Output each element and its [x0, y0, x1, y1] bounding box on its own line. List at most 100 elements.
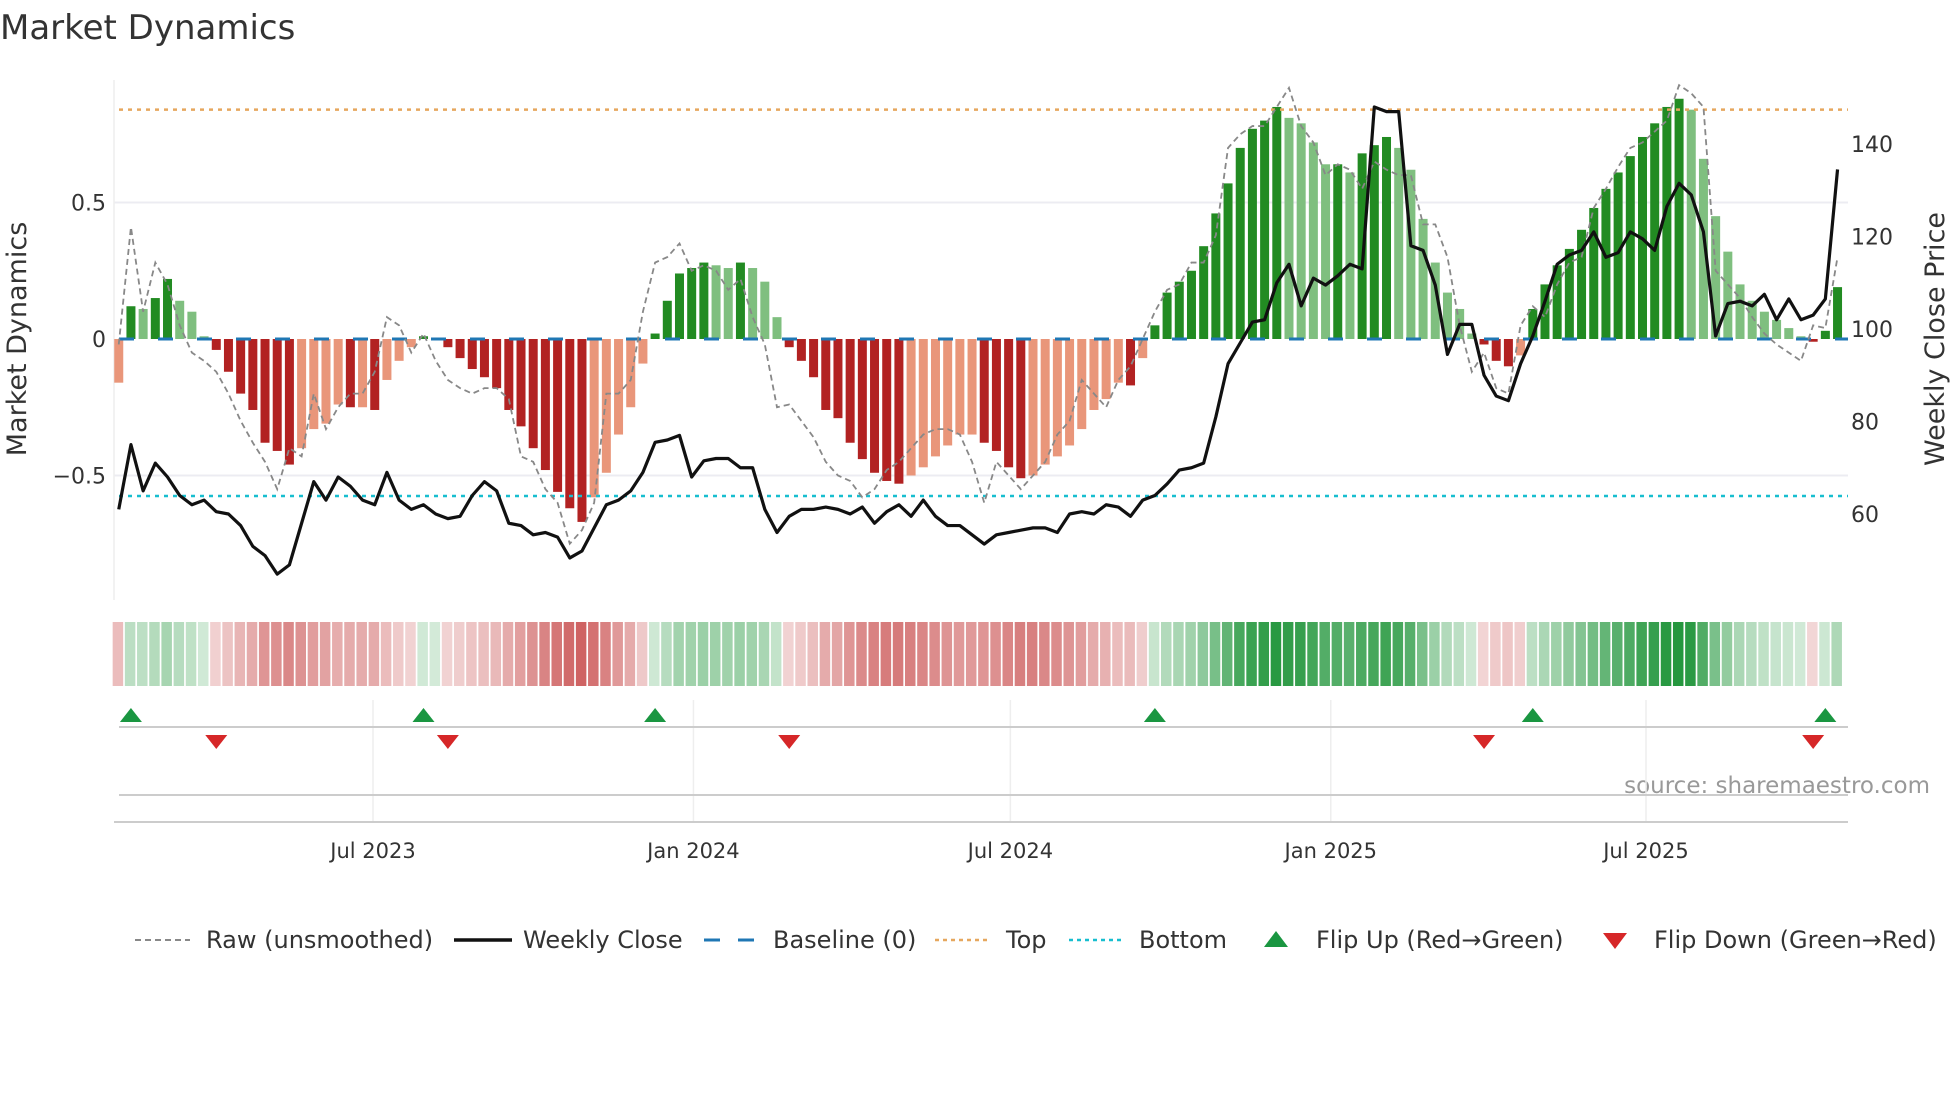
heat-cell	[783, 622, 794, 686]
bar	[1028, 339, 1038, 476]
legend-label: Top	[1005, 926, 1047, 954]
heat-cell	[588, 622, 599, 686]
heat-cell	[563, 622, 575, 686]
heat-cell	[1612, 622, 1623, 686]
heat-cell	[1453, 622, 1465, 686]
bar	[358, 339, 368, 408]
heat-cell	[1051, 622, 1062, 686]
heat-cell	[1209, 622, 1221, 686]
bar	[1564, 248, 1574, 339]
bar	[991, 339, 1001, 451]
heat-cell	[1551, 622, 1562, 686]
heat-cell	[746, 622, 758, 686]
heat-cell	[624, 622, 636, 686]
bar	[333, 339, 343, 405]
heat-cell	[1039, 622, 1050, 686]
heat-cell	[1270, 622, 1282, 686]
heat-cell	[539, 622, 550, 686]
bar	[735, 262, 745, 339]
bar	[1235, 147, 1245, 339]
heat-cell	[685, 622, 697, 686]
bar	[1333, 164, 1343, 339]
heat-cell	[1746, 622, 1757, 686]
heat-cell	[905, 622, 916, 686]
heat-cell	[612, 622, 623, 686]
market-dynamics-chart: Market Dynamics Market Dynamics Weekly C…	[0, 8, 1951, 954]
heat-cell	[1295, 622, 1306, 686]
flip-up-marker	[1143, 708, 1166, 722]
bar	[601, 339, 611, 473]
heat-cell	[770, 622, 782, 686]
heat-cell	[478, 622, 489, 686]
bar	[1820, 330, 1830, 339]
heat-cell	[222, 622, 233, 686]
bar	[1077, 339, 1087, 430]
bar	[1345, 172, 1355, 339]
x-tick-label: Jul 2024	[966, 839, 1053, 863]
bar	[967, 339, 977, 435]
heat-cell	[1831, 622, 1842, 686]
heat-cell	[490, 622, 502, 686]
x-tick-label: Jan 2025	[1283, 839, 1378, 863]
heat-cell	[124, 622, 136, 686]
legend-label: Baseline (0)	[773, 926, 916, 954]
bar	[1503, 339, 1513, 367]
heat-cell	[429, 622, 441, 686]
heat-cell	[1002, 622, 1014, 686]
heat-cell	[1490, 622, 1501, 686]
bar	[297, 339, 307, 449]
y-tick-label: 0	[92, 328, 106, 353]
heat-cell	[393, 622, 404, 686]
heat-cell	[1502, 622, 1513, 686]
heat-cell	[673, 622, 684, 686]
bar	[662, 300, 672, 339]
bar	[540, 339, 550, 471]
y2-axis-label: Weekly Close Price	[1920, 212, 1951, 466]
heat-cell	[831, 622, 843, 686]
heat-cell	[929, 622, 940, 686]
heat-cell	[234, 622, 246, 686]
heat-cell	[380, 622, 392, 686]
bar	[565, 339, 575, 509]
heat-cell	[1160, 622, 1172, 686]
bar	[309, 339, 319, 430]
heat-cell	[953, 622, 965, 686]
heat-cell	[1685, 622, 1696, 686]
heat-cell	[1319, 622, 1330, 686]
heat-cell	[307, 622, 319, 686]
bar	[955, 339, 965, 435]
heat-cell	[1112, 622, 1123, 686]
x-tick-label: Jan 2024	[645, 839, 740, 863]
heat-cell	[344, 622, 355, 686]
bar	[1101, 339, 1111, 400]
bar	[1686, 109, 1696, 340]
flip-down-marker	[778, 735, 801, 749]
heat-cell	[453, 622, 465, 686]
bar	[528, 339, 538, 449]
bar	[809, 339, 819, 378]
bar	[284, 339, 294, 465]
heat-cell	[1514, 622, 1525, 686]
heat-cell	[1599, 622, 1611, 686]
heat-cell	[466, 622, 477, 686]
heat-cell	[795, 622, 806, 686]
bar	[614, 339, 624, 435]
bar	[1601, 188, 1611, 339]
bar	[1211, 213, 1221, 339]
heat-cell	[1368, 622, 1379, 686]
flip-up-marker	[412, 708, 435, 722]
heat-cell	[441, 622, 453, 686]
heat-cell	[271, 622, 282, 686]
heat-cell	[1307, 622, 1318, 686]
bar	[1089, 339, 1099, 410]
heat-cell	[1465, 622, 1477, 686]
heat-cell	[1733, 622, 1745, 686]
bar	[1199, 246, 1209, 339]
heat-cell	[1648, 622, 1660, 686]
flip-up-marker	[644, 708, 667, 722]
bar	[382, 339, 392, 380]
legend-label: Raw (unsmoothed)	[206, 926, 433, 954]
bar	[711, 265, 721, 339]
bar	[930, 339, 940, 457]
heat-cell	[1721, 622, 1733, 686]
